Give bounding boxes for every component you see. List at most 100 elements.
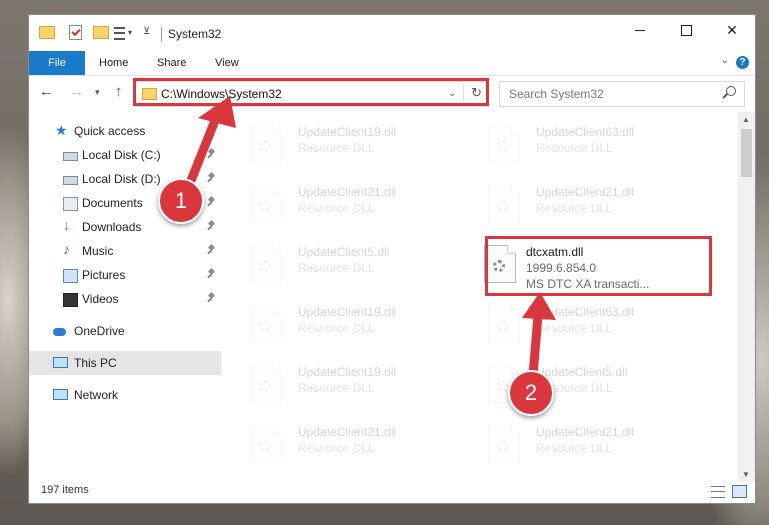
file-tile[interactable]: UpdateClient21.dll Resource DLL (462, 419, 682, 471)
chevron-down-icon[interactable]: ⌄ (721, 55, 729, 66)
scroll-up-icon[interactable]: ▲ (742, 115, 750, 124)
new-folder-icon[interactable] (93, 26, 109, 39)
file-description: Resource DLL (298, 141, 375, 155)
file-tile[interactable]: UpdateClient19.dll Resource DLL (224, 299, 444, 351)
address-path[interactable]: C:\Windows\System32 (161, 87, 282, 101)
file-name: UpdateClient5.dll (298, 245, 390, 259)
sidebar-item-label: Quick access (74, 124, 146, 138)
file-tile[interactable]: UpdateClient19.dll Resource DLL (224, 359, 444, 411)
address-bar[interactable]: C:\Windows\System32 ⌄ ↻ (135, 81, 489, 107)
details-view-icon[interactable] (711, 486, 725, 498)
chevron-down-icon[interactable]: ▾ (128, 28, 132, 37)
maximize-button[interactable] (663, 15, 709, 45)
gear-icon (259, 200, 271, 212)
pin-icon[interactable] (207, 245, 215, 255)
dll-file-icon (250, 305, 282, 343)
forward-button[interactable]: → (69, 83, 84, 100)
sidebar-item-label: Downloads (82, 220, 142, 234)
minimize-icon (635, 29, 645, 31)
recent-locations-button[interactable]: ▾ (95, 87, 100, 98)
file-tile[interactable]: UpdateClient21.dll Resource DLL (462, 179, 682, 231)
minimize-button[interactable] (617, 15, 663, 45)
gear-icon (497, 140, 509, 152)
gear-icon (497, 320, 509, 332)
scroll-down-icon[interactable]: ▼ (742, 470, 750, 479)
drive-icon (63, 152, 78, 161)
item-count: 197 items (41, 484, 89, 496)
file-name: UpdateClient19.dll (298, 365, 397, 379)
sidebar-item-music[interactable]: ♪ Music (29, 239, 221, 263)
view-icon[interactable] (114, 27, 125, 40)
cloud-icon (53, 328, 66, 336)
file-name: UpdateClient63.dll (536, 305, 635, 319)
status-bar: 197 items (29, 479, 755, 503)
search-input[interactable]: Search System32 (499, 81, 745, 107)
file-version: 1999.6.854.0 (526, 261, 597, 275)
back-button[interactable]: ← (39, 83, 54, 100)
title-divider (161, 27, 162, 41)
sidebar-item-network[interactable]: Network (29, 383, 221, 407)
pin-icon[interactable] (207, 149, 215, 159)
pin-icon[interactable] (207, 269, 215, 279)
file-name: UpdateClient21.dll (298, 425, 397, 439)
sidebar-item-quick-access[interactable]: ★ Quick access (29, 119, 221, 143)
customize-toolbar-icon[interactable]: ⊻ (143, 26, 150, 37)
step-badge-2: 2 (508, 370, 554, 416)
scroll-thumb[interactable] (741, 129, 752, 177)
file-name: UpdateClient5.dll (536, 365, 628, 379)
file-tile[interactable]: UpdateClient63.dll Resource DLL (462, 119, 682, 171)
dll-file-icon (488, 305, 520, 343)
vertical-scrollbar[interactable]: ▲ ▼ (738, 112, 755, 482)
sidebar-item-videos[interactable]: Videos (29, 287, 221, 311)
file-description: Resource DLL (298, 201, 375, 215)
gear-icon (259, 320, 271, 332)
file-tile[interactable]: UpdateClient21.dll Resource DLL (224, 179, 444, 231)
chevron-down-icon[interactable]: ⌄ (448, 88, 456, 99)
up-button[interactable]: ↑ (115, 83, 123, 100)
search-placeholder: Search System32 (509, 87, 604, 101)
tab-view[interactable]: View (201, 51, 253, 75)
music-icon: ♪ (63, 241, 70, 257)
network-icon (53, 389, 68, 400)
sidebar-item-label: Local Disk (C:) (82, 148, 161, 162)
step-badge-1: 1 (158, 178, 204, 224)
title-bar: ▾ ⊻ System32 ✕ (29, 15, 755, 51)
file-description: Resource DLL (298, 441, 375, 455)
sidebar-item-this-pc[interactable]: This PC (29, 351, 221, 375)
dll-file-icon (250, 425, 282, 463)
gear-icon (493, 260, 505, 272)
tiles-view-icon[interactable] (732, 485, 747, 498)
pin-icon[interactable] (207, 293, 215, 303)
file-name: UpdateClient21.dll (298, 185, 397, 199)
help-icon[interactable]: ? (736, 56, 749, 69)
folder-icon (39, 26, 55, 39)
tab-file[interactable]: File (29, 51, 85, 75)
sidebar-item-label: Local Disk (D:) (82, 172, 161, 186)
file-description: Resource DLL (536, 201, 613, 215)
close-button[interactable]: ✕ (709, 15, 755, 45)
file-tile[interactable]: UpdateClient5.dll Resource DLL (462, 359, 682, 411)
tab-share[interactable]: Share (143, 51, 200, 75)
gear-icon (259, 380, 271, 392)
file-tile[interactable]: UpdateClient21.dll Resource DLL (224, 419, 444, 471)
dll-file-icon (250, 365, 282, 403)
sidebar-item-pictures[interactable]: Pictures (29, 263, 221, 287)
drive-icon (63, 176, 78, 185)
refresh-icon[interactable]: ↻ (471, 85, 482, 101)
file-description: Resource DLL (536, 441, 613, 455)
properties-icon[interactable] (69, 25, 82, 40)
search-icon[interactable] (726, 86, 736, 96)
file-tile[interactable]: UpdateClient19.dll Resource DLL (224, 119, 444, 171)
file-tile[interactable]: UpdateClient5.dll Resource DLL (224, 239, 444, 291)
star-icon: ★ (55, 122, 68, 138)
file-tile-dtcxatm[interactable]: dtcxatm.dll 1999.6.854.0 MS DTC XA trans… (462, 239, 682, 291)
tab-home[interactable]: Home (85, 51, 142, 75)
pin-icon[interactable] (207, 173, 215, 183)
ribbon-tabs: File Home Share View ⌄ ? (29, 51, 755, 76)
sidebar-item-onedrive[interactable]: OneDrive (29, 319, 221, 343)
file-tile[interactable]: UpdateClient63.dll Resource DLL (462, 299, 682, 351)
pin-icon[interactable] (207, 221, 215, 231)
sidebar-item-local-disk-c[interactable]: Local Disk (C:) (29, 143, 221, 167)
pin-icon[interactable] (207, 197, 215, 207)
sidebar-item-label: Videos (82, 292, 119, 306)
